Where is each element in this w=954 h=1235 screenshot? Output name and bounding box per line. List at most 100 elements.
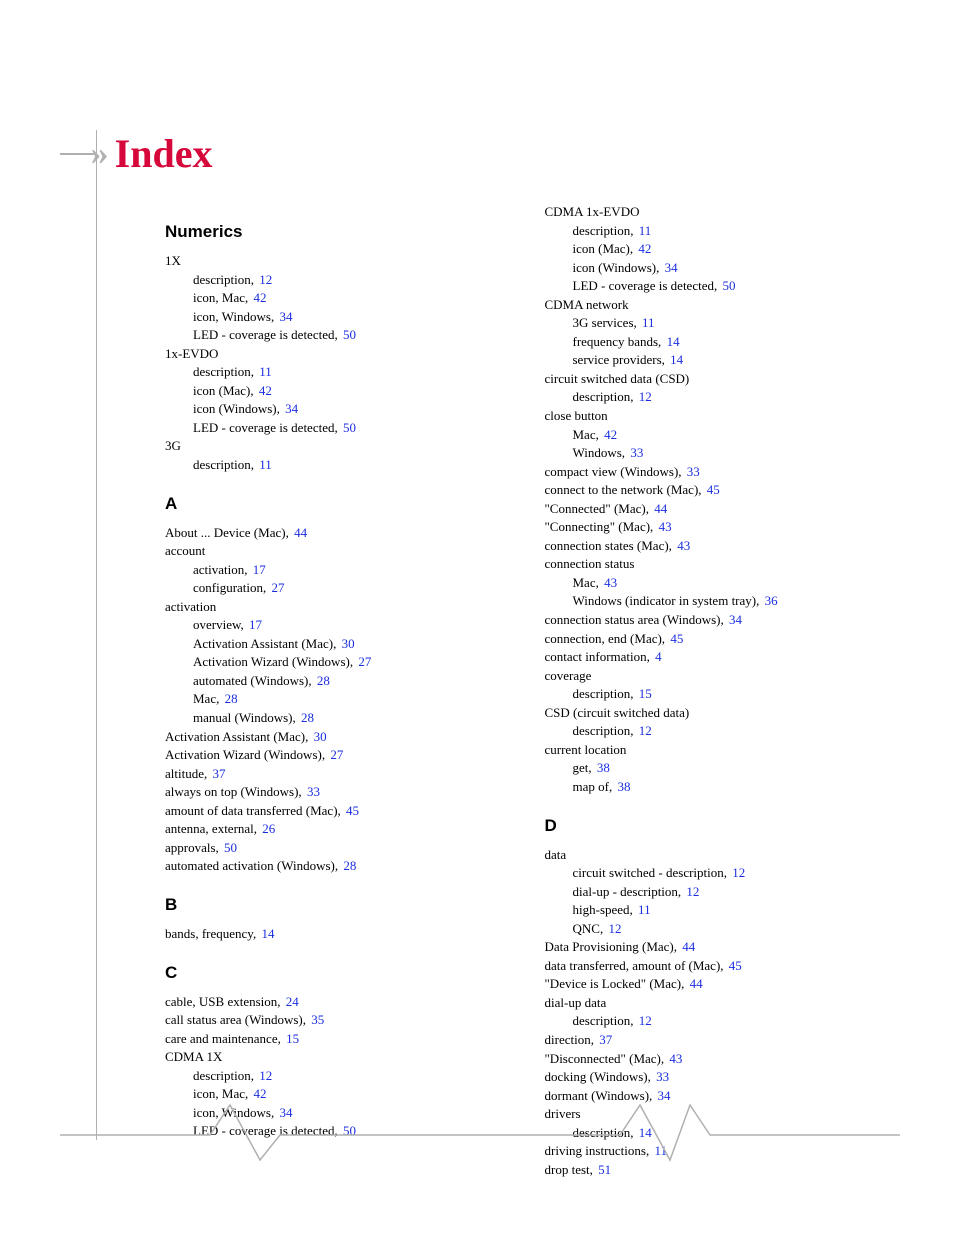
page-link[interactable]: 34 bbox=[726, 612, 742, 627]
page-link[interactable]: 43 bbox=[674, 538, 690, 553]
page-link[interactable]: 33 bbox=[304, 784, 320, 799]
page-link[interactable]: 28 bbox=[314, 673, 330, 688]
page-link[interactable]: 50 bbox=[719, 278, 735, 293]
page-link[interactable]: 44 bbox=[651, 501, 667, 516]
page-link[interactable]: 43 bbox=[601, 575, 617, 590]
page-link[interactable]: 11 bbox=[256, 364, 272, 379]
page-link[interactable]: 42 bbox=[635, 241, 651, 256]
entry-text: overview, bbox=[193, 617, 244, 632]
page-link[interactable]: 27 bbox=[327, 747, 343, 762]
page-link[interactable]: 50 bbox=[221, 840, 237, 855]
page-link[interactable]: 12 bbox=[605, 921, 621, 936]
entry-text: data transferred, amount of (Mac), bbox=[545, 958, 724, 973]
page-link[interactable]: 15 bbox=[283, 1031, 299, 1046]
index-entry: activation, 17 bbox=[193, 561, 505, 579]
page-link[interactable]: 43 bbox=[655, 519, 671, 534]
page-link[interactable]: 11 bbox=[636, 223, 652, 238]
index-entry: QNC, 12 bbox=[573, 920, 885, 938]
entry-text: circuit switched data (CSD) bbox=[545, 371, 690, 386]
page-link[interactable]: 44 bbox=[686, 976, 702, 991]
page-link[interactable]: 26 bbox=[259, 821, 275, 836]
index-entry: cable, USB extension, 24 bbox=[165, 993, 505, 1011]
page-link[interactable]: 17 bbox=[250, 562, 266, 577]
page-link[interactable]: 12 bbox=[256, 1068, 272, 1083]
section-b: B bands, frequency, 14 bbox=[165, 895, 505, 943]
entries: About ... Device (Mac), 44accountactivat… bbox=[165, 524, 505, 875]
index-entry: Mac, 28 bbox=[193, 690, 505, 708]
page-link[interactable]: 43 bbox=[666, 1051, 682, 1066]
page-link[interactable]: 12 bbox=[683, 884, 699, 899]
page-link[interactable]: 42 bbox=[256, 383, 272, 398]
page-link[interactable]: 30 bbox=[310, 729, 326, 744]
index-entry: close button bbox=[545, 407, 885, 425]
entry-text: high-speed, bbox=[573, 902, 633, 917]
page-link[interactable]: 45 bbox=[726, 958, 742, 973]
index-entry: description, 12 bbox=[573, 722, 885, 740]
page-link[interactable]: 42 bbox=[601, 427, 617, 442]
index-entry: description, 12 bbox=[193, 1067, 505, 1085]
page-link[interactable]: 12 bbox=[256, 272, 272, 287]
entry-text: coverage bbox=[545, 668, 592, 683]
entry-text: description, bbox=[193, 364, 254, 379]
page-link[interactable]: 45 bbox=[667, 631, 683, 646]
page-link[interactable]: 50 bbox=[340, 420, 356, 435]
index-entry: connection states (Mac), 43 bbox=[545, 537, 885, 555]
index-entry: icon (Mac), 42 bbox=[193, 382, 505, 400]
page-link[interactable]: 38 bbox=[594, 760, 610, 775]
page-link[interactable]: 4 bbox=[652, 649, 662, 664]
page-link[interactable]: 36 bbox=[761, 593, 777, 608]
page-link[interactable]: 14 bbox=[667, 352, 683, 367]
page-link[interactable]: 11 bbox=[635, 902, 651, 917]
page-link[interactable]: 34 bbox=[276, 309, 292, 324]
page-link[interactable]: 11 bbox=[256, 457, 272, 472]
page-link[interactable]: 28 bbox=[340, 858, 356, 873]
entry-text: "Connecting" (Mac), bbox=[545, 519, 654, 534]
page-link[interactable]: 11 bbox=[639, 315, 655, 330]
entry-text: manual (Windows), bbox=[193, 710, 296, 725]
page-link[interactable]: 33 bbox=[684, 464, 700, 479]
page-link[interactable]: 50 bbox=[340, 327, 356, 342]
page-link[interactable]: 44 bbox=[679, 939, 695, 954]
entry-text: icon (Windows), bbox=[573, 260, 660, 275]
entry-text: service providers, bbox=[573, 352, 665, 367]
page-link[interactable]: 34 bbox=[282, 401, 298, 416]
page-link[interactable]: 12 bbox=[729, 865, 745, 880]
index-entry: icon, Windows, 34 bbox=[193, 308, 505, 326]
page-link[interactable]: 15 bbox=[636, 686, 652, 701]
page-link[interactable]: 12 bbox=[636, 1013, 652, 1028]
entry-text: Mac, bbox=[193, 691, 219, 706]
page-link[interactable]: 33 bbox=[627, 445, 643, 460]
entry-text: CDMA 1x-EVDO bbox=[545, 204, 640, 219]
page-link[interactable]: 38 bbox=[614, 779, 630, 794]
page-title: Index bbox=[115, 130, 213, 177]
page-link[interactable]: 12 bbox=[636, 723, 652, 738]
index-entry: Windows (indicator in system tray), 36 bbox=[573, 592, 885, 610]
page-link[interactable]: 45 bbox=[704, 482, 720, 497]
page-link[interactable]: 14 bbox=[258, 926, 274, 941]
page-link[interactable]: 27 bbox=[268, 580, 284, 595]
entry-text: close button bbox=[545, 408, 608, 423]
entry-text: cable, USB extension, bbox=[165, 994, 281, 1009]
page-link[interactable]: 45 bbox=[343, 803, 359, 818]
index-entry: description, 11 bbox=[573, 222, 885, 240]
page-link[interactable]: 12 bbox=[636, 389, 652, 404]
index-entry: manual (Windows), 28 bbox=[193, 709, 505, 727]
page-link[interactable]: 14 bbox=[663, 334, 679, 349]
index-entry: care and maintenance, 15 bbox=[165, 1030, 505, 1048]
page-link[interactable]: 44 bbox=[291, 525, 307, 540]
page-link[interactable]: 42 bbox=[250, 290, 266, 305]
page-link[interactable]: 37 bbox=[596, 1032, 612, 1047]
entry-text: description, bbox=[573, 389, 634, 404]
section-heading: C bbox=[165, 963, 505, 983]
page-link[interactable]: 28 bbox=[221, 691, 237, 706]
page-link[interactable]: 37 bbox=[209, 766, 225, 781]
page-link[interactable]: 28 bbox=[298, 710, 314, 725]
page-link[interactable]: 27 bbox=[355, 654, 371, 669]
page-link[interactable]: 35 bbox=[308, 1012, 324, 1027]
page-link[interactable]: 17 bbox=[246, 617, 262, 632]
page-link[interactable]: 33 bbox=[653, 1069, 669, 1084]
page-link[interactable]: 24 bbox=[283, 994, 299, 1009]
section-c-continued: CDMA 1x-EVDOdescription, 11icon (Mac), 4… bbox=[545, 203, 885, 796]
page-link[interactable]: 34 bbox=[661, 260, 677, 275]
page-link[interactable]: 30 bbox=[338, 636, 354, 651]
